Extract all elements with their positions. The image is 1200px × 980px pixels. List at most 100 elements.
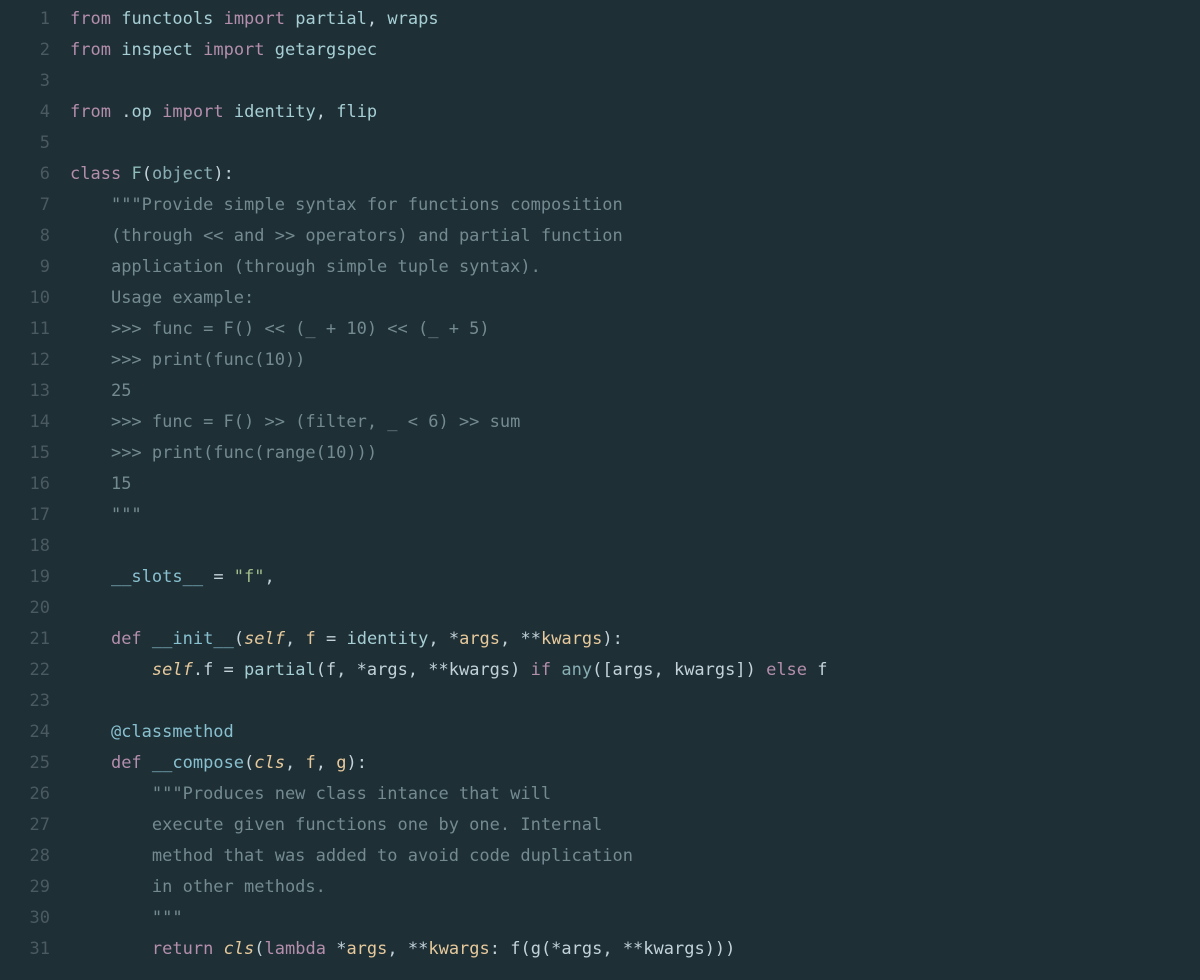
code-line[interactable]: >>> print(func(10)) xyxy=(70,345,1200,376)
token-text xyxy=(213,9,223,29)
code-line[interactable]: def __compose(cls, f, g): xyxy=(70,748,1200,779)
token-text xyxy=(142,629,152,649)
token-text: , xyxy=(316,102,336,122)
code-line[interactable]: (through << and >> operators) and partia… xyxy=(70,221,1200,252)
code-line[interactable]: """ xyxy=(70,903,1200,934)
code-line[interactable]: 25 xyxy=(70,376,1200,407)
token-fn: op xyxy=(131,102,151,122)
token-text: , xyxy=(367,9,387,29)
token-paramit: self xyxy=(244,629,285,649)
line-number: 8 xyxy=(0,221,50,252)
code-line[interactable]: >>> func = F() >> (filter, _ < 6) >> sum xyxy=(70,407,1200,438)
token-builtin: any xyxy=(561,660,592,680)
line-number: 31 xyxy=(0,934,50,965)
code-line[interactable]: >>> func = F() << (_ + 10) << (_ + 5) xyxy=(70,314,1200,345)
code-line[interactable] xyxy=(70,66,1200,97)
token-fn: partial xyxy=(295,9,367,29)
token-kw: from xyxy=(70,40,111,60)
code-line[interactable]: 15 xyxy=(70,469,1200,500)
token-param: f xyxy=(306,629,316,649)
code-line[interactable]: application (through simple tuple syntax… xyxy=(70,252,1200,283)
token-text xyxy=(111,9,121,29)
token-param: f xyxy=(306,753,316,773)
code-line[interactable]: from functools import partial, wraps xyxy=(70,4,1200,35)
token-fn: identity xyxy=(346,629,428,649)
token-str: >>> print(func(10)) xyxy=(111,350,305,370)
token-kw: from xyxy=(70,9,111,29)
token-fn: partial xyxy=(244,660,316,680)
code-line[interactable] xyxy=(70,593,1200,624)
line-number: 19 xyxy=(0,562,50,593)
token-text: , * xyxy=(428,629,459,649)
line-number: 14 xyxy=(0,407,50,438)
code-line[interactable]: @classmethod xyxy=(70,717,1200,748)
code-line[interactable]: """Produces new class intance that will xyxy=(70,779,1200,810)
line-number: 17 xyxy=(0,500,50,531)
code-line[interactable]: Usage example: xyxy=(70,283,1200,314)
line-number: 3 xyxy=(0,66,50,97)
line-number: 6 xyxy=(0,159,50,190)
token-str: method that was added to avoid code dupl… xyxy=(152,846,633,866)
token-text xyxy=(70,350,111,370)
code-area[interactable]: from functools import partial, wrapsfrom… xyxy=(60,0,1200,980)
code-line[interactable]: method that was added to avoid code dupl… xyxy=(70,841,1200,872)
token-text: , ** xyxy=(500,629,541,649)
token-kw: class xyxy=(70,164,121,184)
code-line[interactable]: __slots__ = "f", xyxy=(70,562,1200,593)
token-text: ( xyxy=(244,753,254,773)
line-number: 20 xyxy=(0,593,50,624)
token-text xyxy=(70,443,111,463)
code-line[interactable]: in other methods. xyxy=(70,872,1200,903)
token-fn: inspect xyxy=(121,40,193,60)
token-strlit: "f" xyxy=(234,567,265,587)
token-text xyxy=(70,815,152,835)
code-line[interactable]: from .op import identity, flip xyxy=(70,97,1200,128)
line-number: 11 xyxy=(0,314,50,345)
code-line[interactable]: """ xyxy=(70,500,1200,531)
code-line[interactable] xyxy=(70,686,1200,717)
token-text: ( xyxy=(254,939,264,959)
token-text: ): xyxy=(346,753,366,773)
token-param: g xyxy=(336,753,346,773)
token-kw: import xyxy=(162,102,223,122)
line-number: 25 xyxy=(0,748,50,779)
code-line[interactable]: def __init__(self, f = identity, *args, … xyxy=(70,624,1200,655)
token-paramit: cls xyxy=(254,753,285,773)
code-line[interactable]: """Provide simple syntax for functions c… xyxy=(70,190,1200,221)
token-text xyxy=(70,195,111,215)
line-number: 9 xyxy=(0,252,50,283)
token-str: application (through simple tuple syntax… xyxy=(111,257,541,277)
code-line[interactable] xyxy=(70,531,1200,562)
code-line[interactable]: return cls(lambda *args, **kwargs: f(g(*… xyxy=(70,934,1200,965)
token-text: , ** xyxy=(387,939,428,959)
token-kw: return xyxy=(152,939,213,959)
token-str: >>> func = F() << (_ + 10) << (_ + 5) xyxy=(111,319,490,339)
token-dec: @classmethod xyxy=(111,722,234,742)
token-str: execute given functions one by one. Inte… xyxy=(152,815,602,835)
token-text xyxy=(70,381,111,401)
token-text: : f(g(*args, **kwargs))) xyxy=(490,939,736,959)
token-text: = xyxy=(203,567,234,587)
token-str: 25 xyxy=(111,381,131,401)
code-line[interactable]: self.f = partial(f, *args, **kwargs) if … xyxy=(70,655,1200,686)
code-line[interactable]: class F(object): xyxy=(70,159,1200,190)
token-text xyxy=(70,660,152,680)
token-dunder: __slots__ xyxy=(111,567,203,587)
token-text: , xyxy=(285,753,305,773)
code-line[interactable] xyxy=(70,128,1200,159)
code-editor[interactable]: 1234567891011121314151617181920212223242… xyxy=(0,0,1200,980)
token-text xyxy=(70,784,152,804)
line-number: 23 xyxy=(0,686,50,717)
token-kw: from xyxy=(70,102,111,122)
token-text xyxy=(152,102,162,122)
token-text xyxy=(70,908,152,928)
token-text xyxy=(285,9,295,29)
code-line[interactable]: from inspect import getargspec xyxy=(70,35,1200,66)
token-dunder: __init__ xyxy=(152,629,234,649)
token-text xyxy=(193,40,203,60)
token-text xyxy=(70,629,111,649)
code-line[interactable]: execute given functions one by one. Inte… xyxy=(70,810,1200,841)
code-line[interactable]: >>> print(func(range(10))) xyxy=(70,438,1200,469)
token-param: kwargs xyxy=(541,629,602,649)
token-text xyxy=(70,846,152,866)
